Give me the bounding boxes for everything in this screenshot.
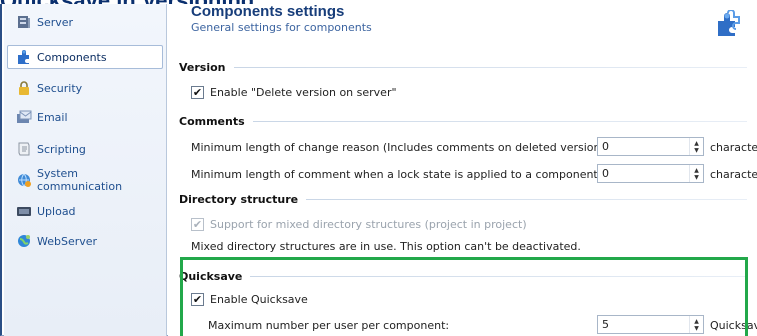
max-quicksave-label: Maximum number per user per component: [208, 319, 450, 332]
stepper-arrows-icon[interactable]: ▲ ▼ [689, 316, 703, 333]
section-heading-version: Version [179, 60, 226, 74]
sidebar-item-components[interactable]: Components [7, 45, 163, 69]
sidebar-item-label: Components [37, 50, 107, 64]
section-comments: Comments [179, 111, 747, 131]
section-heading-quicksave: Quicksave [179, 269, 243, 283]
min-lock-comment-unit: characters [710, 168, 757, 181]
sidebar-item-label: System communication [37, 167, 123, 193]
section-directory-structure: Directory structure [179, 189, 747, 209]
puzzle-icon [715, 9, 743, 38]
max-quicksave-value[interactable]: 5 [598, 318, 689, 331]
server-icon [16, 14, 32, 30]
section-quicksave: Quicksave [179, 266, 747, 286]
sidebar-item-security[interactable]: Security [7, 76, 163, 100]
webserver-icon [16, 233, 32, 249]
section-divider [252, 120, 747, 122]
min-lock-comment-value[interactable]: 0 [598, 167, 689, 180]
min-lock-comment-label: Minimum length of comment when a lock st… [191, 168, 602, 181]
settings-window: Server Components Security Email Scripti… [0, 3, 757, 336]
sidebar-item-label: Server [37, 15, 74, 29]
section-divider [250, 275, 747, 277]
lock-icon [16, 80, 32, 96]
enable-quicksave-checkbox[interactable]: ✔ [191, 293, 204, 306]
max-quicksave-unit: Quicksave [710, 319, 757, 332]
sidebar-item-webserver[interactable]: WebServer [7, 229, 163, 253]
min-change-reason-label: Minimum length of change reason (Include… [191, 141, 615, 154]
min-lock-comment-stepper[interactable]: 0 ▲ ▼ [597, 164, 704, 183]
components-icon [16, 49, 32, 65]
min-change-reason-value[interactable]: 0 [598, 140, 689, 153]
enable-delete-version-label: Enable "Delete version on server" [210, 86, 397, 99]
sidebar-item-label: Scripting [37, 142, 86, 156]
section-heading-directory-structure: Directory structure [179, 192, 299, 206]
sidebar-item-label: Security [37, 81, 83, 95]
system-communication-icon [16, 172, 32, 188]
sidebar-item-scripting[interactable]: Scripting [7, 137, 163, 161]
enable-delete-version-row[interactable]: ✔ Enable "Delete version on server" [191, 86, 397, 99]
sidebar: Server Components Security Email Scripti… [4, 4, 167, 336]
stepper-arrows-icon[interactable]: ▲ ▼ [689, 165, 703, 182]
upload-icon [16, 203, 32, 219]
mixed-directory-row: ✔ Support for mixed directory structures… [191, 218, 527, 231]
mixed-directory-note: Mixed directory structures are in use. T… [191, 240, 581, 253]
settings-panel: Components settings General settings for… [168, 3, 757, 336]
section-version: Version [179, 57, 747, 77]
sidebar-item-label: Upload [37, 204, 76, 218]
max-quicksave-stepper[interactable]: 5 ▲ ▼ [597, 315, 704, 334]
section-divider [306, 198, 747, 200]
sidebar-item-upload[interactable]: Upload [7, 199, 163, 223]
section-divider [233, 66, 747, 68]
sidebar-item-label: Email [37, 110, 68, 124]
email-icon [16, 109, 32, 125]
sidebar-item-email[interactable]: Email [7, 105, 163, 129]
panel-subtitle: General settings for components [191, 21, 372, 34]
sidebar-item-system-communication[interactable]: System communication [7, 167, 163, 193]
enable-quicksave-label: Enable Quicksave [210, 293, 308, 306]
enable-delete-version-checkbox[interactable]: ✔ [191, 86, 204, 99]
stepper-arrows-icon[interactable]: ▲ ▼ [689, 138, 703, 155]
sidebar-item-server[interactable]: Server [7, 10, 163, 34]
mixed-directory-label: Support for mixed directory structures (… [210, 218, 527, 231]
mixed-directory-checkbox: ✔ [191, 218, 204, 231]
enable-quicksave-row[interactable]: ✔ Enable Quicksave [191, 293, 308, 306]
panel-title: Components settings [191, 3, 345, 20]
script-icon [16, 141, 32, 157]
section-heading-comments: Comments [179, 114, 245, 128]
min-change-reason-unit: characters [710, 141, 757, 154]
sidebar-item-label: WebServer [37, 234, 98, 248]
min-change-reason-stepper[interactable]: 0 ▲ ▼ [597, 137, 704, 156]
